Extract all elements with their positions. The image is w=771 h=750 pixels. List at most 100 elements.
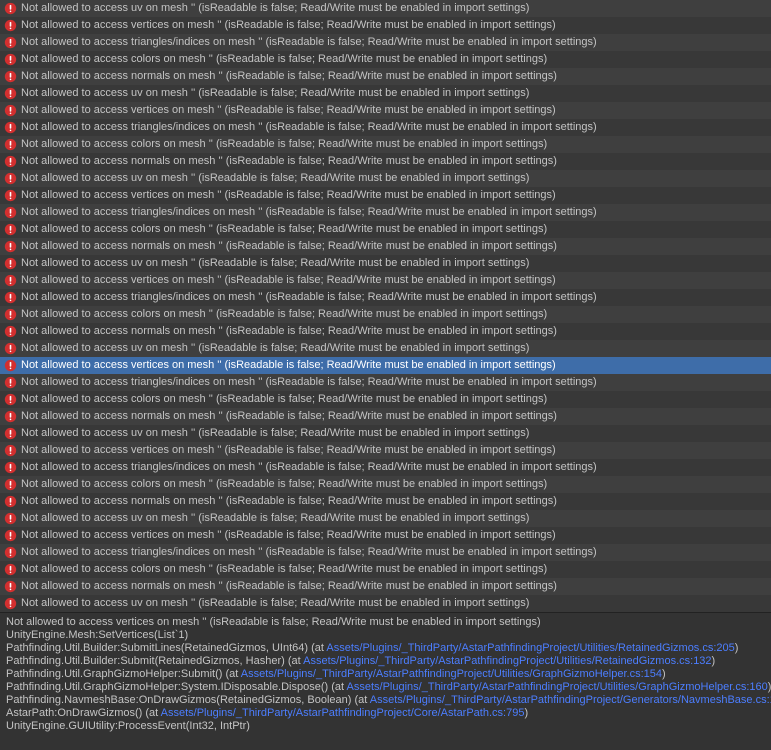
console-panel: Not allowed to access uv on mesh '' (isR… (0, 0, 771, 736)
error-icon (4, 444, 17, 457)
console-log-row[interactable]: Not allowed to access uv on mesh '' (isR… (0, 85, 771, 102)
stack-trace-link[interactable]: Assets/Plugins/_ThirdParty/AstarPathfind… (370, 694, 771, 706)
console-log-row[interactable]: Not allowed to access normals on mesh ''… (0, 153, 771, 170)
console-log-text: Not allowed to access uv on mesh '' (isR… (21, 172, 529, 185)
console-log-row[interactable]: Not allowed to access triangles/indices … (0, 459, 771, 476)
stack-trace-line: Pathfinding.Util.Builder:Submit(Retained… (6, 655, 765, 668)
console-log-row[interactable]: Not allowed to access normals on mesh ''… (0, 578, 771, 595)
error-icon (4, 495, 17, 508)
console-log-row[interactable]: Not allowed to access uv on mesh '' (isR… (0, 170, 771, 187)
console-log-text: Not allowed to access triangles/indices … (21, 291, 597, 304)
console-log-row[interactable]: Not allowed to access colors on mesh '' … (0, 391, 771, 408)
console-log-row[interactable]: Not allowed to access colors on mesh '' … (0, 221, 771, 238)
console-log-row[interactable]: Not allowed to access vertices on mesh '… (0, 527, 771, 544)
stack-trace-link[interactable]: Assets/Plugins/_ThirdParty/AstarPathfind… (161, 707, 525, 719)
console-log-row[interactable]: Not allowed to access uv on mesh '' (isR… (0, 0, 771, 17)
error-icon (4, 87, 17, 100)
console-log-text: Not allowed to access vertices on mesh '… (21, 274, 556, 287)
console-log-text: Not allowed to access uv on mesh '' (isR… (21, 342, 529, 355)
console-log-row[interactable]: Not allowed to access vertices on mesh '… (0, 17, 771, 34)
stack-trace-link[interactable]: Assets/Plugins/_ThirdParty/AstarPathfind… (241, 668, 662, 680)
detail-header: Not allowed to access vertices on mesh '… (6, 616, 765, 629)
stack-trace-suffix: ) (524, 707, 528, 719)
console-log-row[interactable]: Not allowed to access triangles/indices … (0, 544, 771, 561)
error-icon (4, 104, 17, 117)
stack-trace-link[interactable]: Assets/Plugins/_ThirdParty/AstarPathfind… (326, 642, 734, 654)
stack-trace-prefix: AstarPath:OnDrawGizmos() (at (6, 707, 161, 719)
console-log-row[interactable]: Not allowed to access uv on mesh '' (isR… (0, 425, 771, 442)
console-log-list[interactable]: Not allowed to access uv on mesh '' (isR… (0, 0, 771, 612)
error-icon (4, 376, 17, 389)
console-log-row[interactable]: Not allowed to access vertices on mesh '… (0, 357, 771, 374)
stack-trace-text: UnityEngine.Mesh:SetVertices(List`1) (6, 629, 188, 641)
console-detail-panel[interactable]: Not allowed to access vertices on mesh '… (0, 612, 771, 736)
error-icon (4, 172, 17, 185)
console-log-row[interactable]: Not allowed to access vertices on mesh '… (0, 102, 771, 119)
error-icon (4, 70, 17, 83)
console-log-text: Not allowed to access uv on mesh '' (isR… (21, 257, 529, 270)
console-log-text: Not allowed to access normals on mesh ''… (21, 240, 557, 253)
console-log-text: Not allowed to access vertices on mesh '… (21, 104, 556, 117)
console-log-text: Not allowed to access normals on mesh ''… (21, 155, 557, 168)
error-icon (4, 359, 17, 372)
console-log-row[interactable]: Not allowed to access vertices on mesh '… (0, 187, 771, 204)
console-log-text: Not allowed to access vertices on mesh '… (21, 529, 556, 542)
console-log-text: Not allowed to access uv on mesh '' (isR… (21, 2, 529, 15)
error-icon (4, 308, 17, 321)
console-log-text: Not allowed to access colors on mesh '' … (21, 223, 547, 236)
console-log-text: Not allowed to access colors on mesh '' … (21, 563, 547, 576)
stack-trace-suffix: ) (735, 642, 739, 654)
console-log-row[interactable]: Not allowed to access vertices on mesh '… (0, 272, 771, 289)
console-log-text: Not allowed to access triangles/indices … (21, 206, 597, 219)
console-log-text: Not allowed to access vertices on mesh '… (21, 359, 556, 372)
console-log-row[interactable]: Not allowed to access uv on mesh '' (isR… (0, 340, 771, 357)
console-log-text: Not allowed to access colors on mesh '' … (21, 308, 547, 321)
stack-trace-link[interactable]: Assets/Plugins/_ThirdParty/AstarPathfind… (303, 655, 711, 667)
console-log-row[interactable]: Not allowed to access triangles/indices … (0, 204, 771, 221)
console-log-row[interactable]: Not allowed to access colors on mesh '' … (0, 476, 771, 493)
error-icon (4, 461, 17, 474)
error-icon (4, 36, 17, 49)
error-icon (4, 529, 17, 542)
console-log-row[interactable]: Not allowed to access colors on mesh '' … (0, 136, 771, 153)
stack-trace-prefix: Pathfinding.NavmeshBase:OnDrawGizmos(Ret… (6, 694, 370, 706)
console-log-row[interactable]: Not allowed to access normals on mesh ''… (0, 68, 771, 85)
console-log-text: Not allowed to access uv on mesh '' (isR… (21, 87, 529, 100)
console-log-row[interactable]: Not allowed to access normals on mesh ''… (0, 408, 771, 425)
console-log-row[interactable]: Not allowed to access colors on mesh '' … (0, 306, 771, 323)
console-log-row[interactable]: Not allowed to access triangles/indices … (0, 119, 771, 136)
console-log-row[interactable]: Not allowed to access triangles/indices … (0, 374, 771, 391)
console-log-text: Not allowed to access triangles/indices … (21, 546, 597, 559)
stack-trace-line: Pathfinding.Util.GraphGizmoHelper:System… (6, 681, 765, 694)
error-icon (4, 291, 17, 304)
stack-trace-link[interactable]: Assets/Plugins/_ThirdParty/AstarPathfind… (347, 681, 768, 693)
console-log-row[interactable]: Not allowed to access vertices on mesh '… (0, 442, 771, 459)
stack-trace-line: AstarPath:OnDrawGizmos() (at Assets/Plug… (6, 707, 765, 720)
console-log-text: Not allowed to access normals on mesh ''… (21, 70, 557, 83)
console-log-row[interactable]: Not allowed to access uv on mesh '' (isR… (0, 595, 771, 612)
error-icon (4, 257, 17, 270)
console-log-row[interactable]: Not allowed to access triangles/indices … (0, 289, 771, 306)
console-log-row[interactable]: Not allowed to access uv on mesh '' (isR… (0, 510, 771, 527)
console-log-text: Not allowed to access vertices on mesh '… (21, 444, 556, 457)
console-log-row[interactable]: Not allowed to access normals on mesh ''… (0, 493, 771, 510)
console-log-text: Not allowed to access vertices on mesh '… (21, 19, 556, 32)
stack-trace-line: UnityEngine.GUIUtility:ProcessEvent(Int3… (6, 720, 765, 733)
console-log-row[interactable]: Not allowed to access normals on mesh ''… (0, 238, 771, 255)
console-log-row[interactable]: Not allowed to access normals on mesh ''… (0, 323, 771, 340)
console-log-row[interactable]: Not allowed to access triangles/indices … (0, 34, 771, 51)
error-icon (4, 189, 17, 202)
stack-trace-prefix: Pathfinding.Util.Builder:Submit(Retained… (6, 655, 303, 667)
stack-trace-suffix: ) (662, 668, 666, 680)
console-log-row[interactable]: Not allowed to access colors on mesh '' … (0, 51, 771, 68)
console-log-text: Not allowed to access uv on mesh '' (isR… (21, 597, 529, 610)
console-log-text: Not allowed to access uv on mesh '' (isR… (21, 512, 529, 525)
error-icon (4, 427, 17, 440)
stack-trace-line: UnityEngine.Mesh:SetVertices(List`1) (6, 629, 765, 642)
error-icon (4, 393, 17, 406)
error-icon (4, 155, 17, 168)
console-log-row[interactable]: Not allowed to access colors on mesh '' … (0, 561, 771, 578)
error-icon (4, 580, 17, 593)
console-log-text: Not allowed to access colors on mesh '' … (21, 478, 547, 491)
console-log-row[interactable]: Not allowed to access uv on mesh '' (isR… (0, 255, 771, 272)
